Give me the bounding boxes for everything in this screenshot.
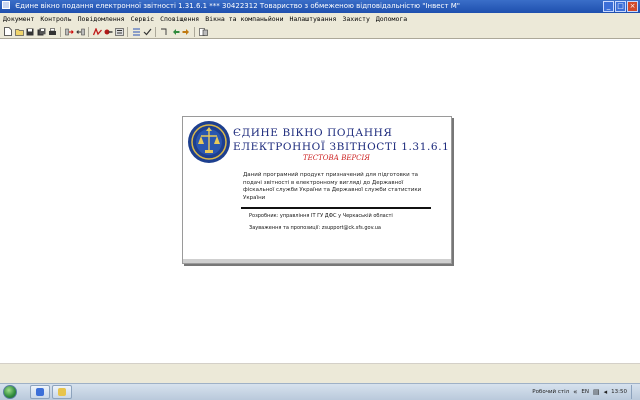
panel-footer-band: [183, 259, 451, 263]
toolbar-separator: [155, 26, 156, 37]
check-icon[interactable]: [142, 27, 152, 37]
save-icon[interactable]: [25, 27, 35, 37]
forward-icon[interactable]: [159, 27, 169, 37]
import-icon[interactable]: [114, 27, 124, 37]
toolbar: [0, 25, 640, 39]
toolbar-separator: [88, 26, 89, 37]
splash-panel: ЄДИНЕ ВІКНО ПОДАННЯ ЕЛЕКТРОННОЇ ЗВІТНОСТ…: [182, 116, 452, 264]
menu-item-protection[interactable]: Захисту: [342, 13, 369, 25]
test-version-label: ТЕСТОВА ВЕРСІЯ: [303, 154, 370, 162]
folder-icon: [58, 388, 66, 396]
maximize-button[interactable]: □: [615, 1, 626, 12]
window-controls: _ □ ×: [603, 1, 638, 12]
app-title-line1: ЄДИНЕ ВІКНО ПОДАННЯ: [233, 127, 393, 139]
product-description: Даний програмний продукт призначений для…: [243, 172, 422, 201]
toolbar-separator: [194, 26, 195, 37]
menu-item-messages[interactable]: Повідомлення: [78, 13, 125, 25]
back-icon[interactable]: [170, 27, 180, 37]
receive-icon[interactable]: [75, 27, 85, 37]
encrypt-icon[interactable]: [103, 27, 113, 37]
menu-bar: Документ Контроль Повідомлення Сервіс Сп…: [0, 13, 640, 25]
refresh-icon[interactable]: [181, 27, 191, 37]
tax-service-emblem-icon: [188, 121, 230, 163]
window-title: Єдине вікно подання електронної звітност…: [15, 2, 460, 10]
new-document-icon[interactable]: [3, 27, 13, 37]
app-title-line2: ЕЛЕКТРОННОЇ ЗВІТНОСТІ 1.31.6.1: [233, 141, 450, 153]
menu-item-help[interactable]: Допомога: [376, 13, 407, 25]
export-icon[interactable]: [131, 27, 141, 37]
save-all-icon[interactable]: [36, 27, 46, 37]
print-icon[interactable]: [47, 27, 57, 37]
feedback-contact: Зауваження та пропозиції: zsupport@ck.sf…: [249, 225, 381, 231]
menu-item-document[interactable]: Документ: [3, 13, 34, 25]
developer-info: Розробник: управління ІТ ГУ ДФС у Черкас…: [249, 213, 393, 219]
taskbar-app-explorer[interactable]: [52, 385, 72, 399]
status-bar: [0, 363, 640, 383]
desktop-toolbar-label[interactable]: Робочий стіл: [532, 389, 569, 395]
sign-icon[interactable]: [92, 27, 102, 37]
close-button[interactable]: ×: [627, 1, 638, 12]
taskbar-app-window[interactable]: [30, 385, 50, 399]
toolbar-separator: [60, 26, 61, 37]
divider: [241, 207, 431, 209]
system-tray: Робочий стіл « EN ▤ ◂ 13:50: [532, 384, 638, 400]
start-button[interactable]: [3, 385, 17, 399]
menu-item-control[interactable]: Контроль: [40, 13, 71, 25]
menu-item-service[interactable]: Сервіс: [131, 13, 154, 25]
menu-item-notifications[interactable]: Сповіщення: [160, 13, 199, 25]
language-indicator[interactable]: EN: [581, 389, 589, 395]
taskbar: Робочий стіл « EN ▤ ◂ 13:50: [0, 383, 640, 400]
open-folder-icon[interactable]: [14, 27, 24, 37]
menu-item-settings[interactable]: Налаштування: [290, 13, 337, 25]
help-icon[interactable]: [198, 27, 208, 37]
window-app-icon: [36, 388, 44, 396]
minimize-button[interactable]: _: [603, 1, 614, 12]
network-icon[interactable]: ▤: [593, 388, 600, 396]
app-icon[interactable]: [2, 1, 10, 9]
tray-expand-icon[interactable]: «: [573, 388, 577, 396]
send-icon[interactable]: [64, 27, 74, 37]
title-bar[interactable]: Єдине вікно подання електронної звітност…: [0, 0, 640, 13]
menu-item-windows[interactable]: Вікна та компаньйони: [205, 13, 283, 25]
volume-icon[interactable]: ◂: [604, 388, 608, 396]
toolbar-separator: [127, 26, 128, 37]
show-desktop-button[interactable]: [631, 385, 638, 399]
clock[interactable]: 13:50: [611, 389, 627, 395]
